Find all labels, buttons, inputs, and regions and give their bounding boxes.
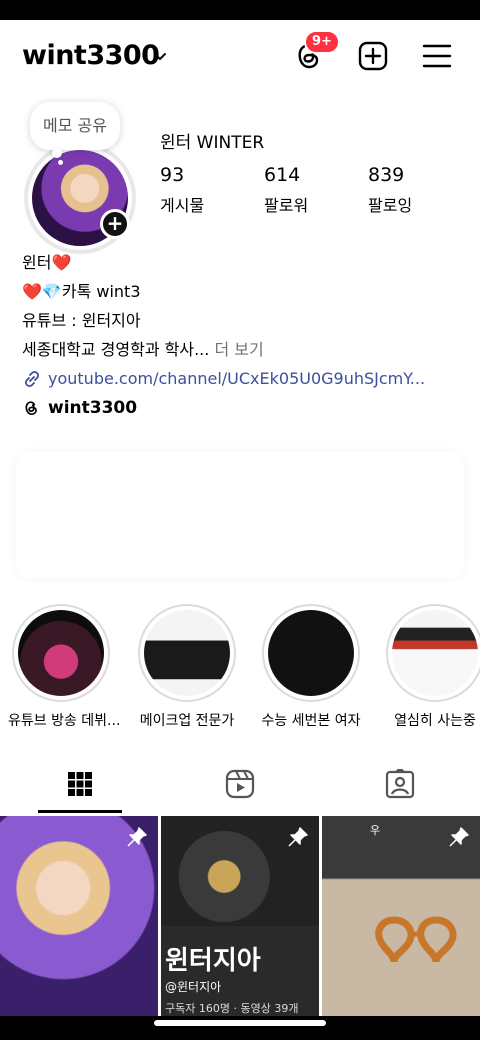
highlight-cover bbox=[18, 610, 104, 696]
stat-followers[interactable]: 614 팔로워 bbox=[264, 164, 308, 216]
stat-following[interactable]: 839 팔로잉 bbox=[368, 164, 412, 216]
highlight-ring bbox=[12, 604, 110, 702]
tab-reels[interactable] bbox=[160, 754, 320, 814]
highlight-ring bbox=[386, 604, 480, 702]
stat-following-label: 팔로잉 bbox=[368, 196, 413, 215]
post-thumbnail[interactable]: 우 bbox=[322, 816, 480, 1022]
story-highlight[interactable]: 유튜브 방송 데뷔... bbox=[8, 604, 121, 730]
post-meta: 구독자 160명 · 동영상 39개 bbox=[165, 1002, 299, 1015]
chevron-down-icon[interactable] bbox=[152, 48, 168, 64]
post-overlay-text: 우 bbox=[370, 824, 381, 837]
bio-link[interactable]: youtube.com/channel/UCxEk05U0G9uhSJcmY..… bbox=[22, 364, 462, 393]
note-bubble-tail-dot bbox=[58, 160, 63, 165]
stat-followers-value: 614 bbox=[264, 164, 301, 186]
bio: 윈터❤️ ❤️💎카톡 wint3 유튜브 : 윈터지아 세종대학교 경영학과 학… bbox=[22, 248, 462, 393]
more-button[interactable]: 더 보기 bbox=[209, 340, 263, 359]
home-indicator[interactable] bbox=[154, 1020, 326, 1026]
display-name: 윈터 WINTER bbox=[160, 133, 265, 153]
active-tab-indicator bbox=[38, 810, 122, 813]
highlight-cover bbox=[392, 610, 478, 696]
profile-tabs bbox=[0, 754, 480, 814]
menu-icon[interactable] bbox=[421, 40, 453, 72]
pin-icon bbox=[288, 827, 308, 847]
highlight-ring bbox=[262, 604, 360, 702]
note-bubble[interactable]: 메모 공유 bbox=[30, 102, 120, 150]
threads-icon bbox=[25, 401, 37, 416]
status-bar bbox=[0, 0, 480, 20]
highlight-label: 수능 세번본 여자 bbox=[261, 713, 361, 729]
link-icon bbox=[24, 370, 40, 387]
highlight-label: 유튜브 방송 데뷔... bbox=[8, 713, 121, 729]
notification-badge[interactable]: 9+ bbox=[304, 30, 340, 54]
post-handle: @윈터지아 bbox=[165, 980, 222, 994]
stat-posts-label: 게시물 bbox=[160, 196, 205, 215]
profile-header: wint3300 9+ bbox=[0, 28, 480, 86]
bio-line: 유튜브 : 윈터지아 bbox=[22, 311, 141, 330]
threads-handle: wint3300 bbox=[48, 398, 138, 418]
post-title: 윈터지아 bbox=[165, 946, 261, 976]
bio-line: 윈터❤️ bbox=[22, 253, 72, 272]
bio-line: ❤️💎카톡 wint3 bbox=[22, 282, 141, 301]
stat-following-value: 839 bbox=[368, 164, 405, 186]
stat-posts-value: 93 bbox=[160, 164, 185, 186]
story-highlight[interactable]: 수능 세번본 여자 bbox=[258, 604, 364, 730]
pin-icon bbox=[127, 827, 147, 847]
highlight-cover bbox=[144, 610, 230, 696]
highlight-label: 메이크업 전문가 bbox=[139, 713, 235, 729]
add-post-icon[interactable] bbox=[357, 40, 389, 72]
heart-glasses-icon bbox=[375, 916, 457, 963]
tagged-icon bbox=[385, 769, 415, 799]
tab-tagged[interactable] bbox=[320, 754, 480, 814]
bio-text: 세종대학교 경영학과 학사... bbox=[22, 340, 210, 359]
reels-icon bbox=[225, 769, 255, 799]
note-bubble-tail bbox=[52, 148, 62, 158]
stat-posts[interactable]: 93 게시물 bbox=[160, 164, 204, 216]
add-story-icon[interactable]: + bbox=[100, 209, 130, 239]
stat-followers-label: 팔로워 bbox=[264, 196, 309, 215]
threads-profile-link[interactable]: wint3300 bbox=[22, 398, 137, 418]
highlight-ring bbox=[138, 604, 236, 702]
story-highlight[interactable]: 열심히 사는중 bbox=[382, 604, 480, 730]
pin-icon bbox=[449, 827, 469, 847]
highlight-cover bbox=[268, 610, 354, 696]
post-thumbnail[interactable] bbox=[0, 816, 158, 1022]
username-switcher[interactable]: wint3300 bbox=[22, 40, 160, 71]
bio-line: 세종대학교 경영학과 학사... 더 보기 bbox=[22, 335, 462, 364]
grid-icon bbox=[68, 772, 92, 796]
tab-posts-grid[interactable] bbox=[0, 754, 160, 814]
story-highlight[interactable]: 메이크업 전문가 bbox=[134, 604, 240, 730]
profile-card-placeholder bbox=[16, 452, 464, 578]
highlight-label: 열심히 사는중 bbox=[394, 713, 476, 729]
bio-link-text: youtube.com/channel/UCxEk05U0G9uhSJcmY..… bbox=[48, 369, 426, 388]
posts-grid: 윈터지아 @윈터지아 구독자 160명 · 동영상 39개 우 bbox=[0, 816, 480, 1022]
post-thumbnail[interactable]: 윈터지아 @윈터지아 구독자 160명 · 동영상 39개 bbox=[161, 816, 319, 1022]
